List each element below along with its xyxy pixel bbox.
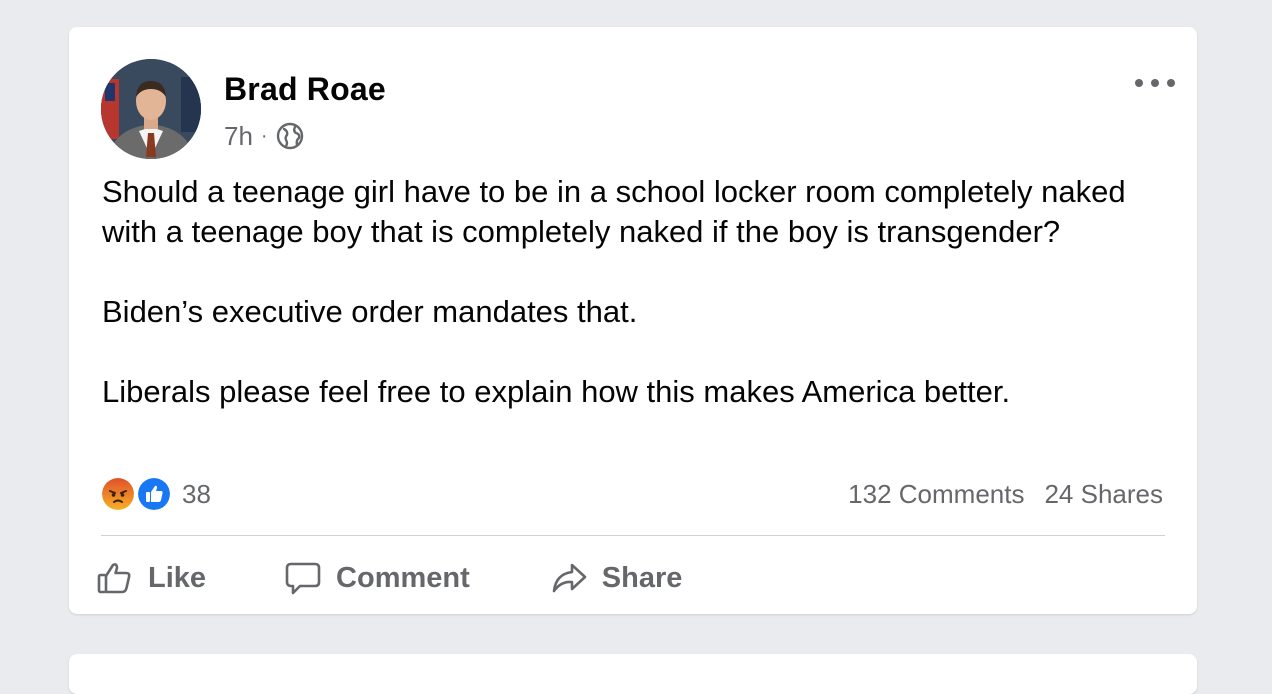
share-label: Share xyxy=(601,561,683,594)
reactions-summary[interactable]: 38 xyxy=(100,476,211,512)
more-options-icon[interactable] xyxy=(1135,69,1175,97)
engagement-stats: 132 Comments 24 Shares xyxy=(848,479,1163,510)
comment-button[interactable]: Comment xyxy=(284,559,470,597)
comment-icon xyxy=(285,562,321,595)
meta-separator: · xyxy=(260,124,268,147)
author-name[interactable]: Brad Roae xyxy=(224,71,386,108)
post-text: Should a teenage girl have to be in a sc… xyxy=(102,172,1162,412)
divider xyxy=(101,535,1165,536)
action-bar: Like Comment Share xyxy=(96,555,682,601)
post-meta: 7h · xyxy=(224,120,304,152)
share-icon xyxy=(552,563,587,593)
like-label: Like xyxy=(148,561,207,594)
post-paragraph: Liberals please feel free to explain how… xyxy=(102,374,1011,409)
dot xyxy=(1167,79,1175,87)
shares-count[interactable]: 24 Shares xyxy=(1044,479,1163,510)
dot xyxy=(1135,79,1143,87)
dot xyxy=(1151,79,1159,87)
reaction-count: 38 xyxy=(182,478,211,509)
post-paragraph: Should a teenage girl have to be in a sc… xyxy=(102,174,1126,249)
post-paragraph: Biden’s executive order mandates that. xyxy=(102,294,638,329)
like-button[interactable]: Like xyxy=(96,559,206,597)
post-card: Brad Roae 7h · Should a teenage girl hav… xyxy=(69,27,1197,614)
post-timestamp[interactable]: 7h xyxy=(224,121,253,152)
next-post-card xyxy=(69,654,1197,694)
share-button[interactable]: Share xyxy=(550,559,683,597)
like-icon xyxy=(97,563,131,594)
globe-icon[interactable] xyxy=(276,122,304,150)
angry-reaction-icon xyxy=(100,476,136,512)
comment-label: Comment xyxy=(336,561,470,594)
avatar[interactable] xyxy=(101,59,201,159)
comments-count[interactable]: 132 Comments xyxy=(848,479,1024,510)
like-reaction-icon xyxy=(136,476,172,512)
